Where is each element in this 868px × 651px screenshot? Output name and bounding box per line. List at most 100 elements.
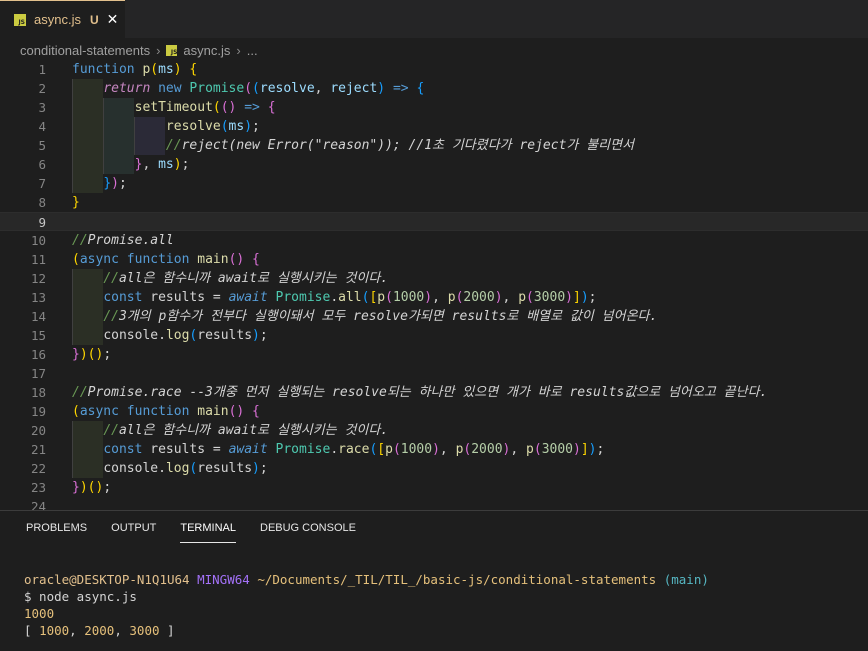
code-line: 6 }, ms); bbox=[0, 155, 868, 174]
code-line: 2 return new Promise((resolve, reject) =… bbox=[0, 79, 868, 98]
line-number: 8 bbox=[38, 195, 46, 210]
code-text: //3개의 p함수가 전부다 실행이돼서 모두 resolve가되면 resul… bbox=[103, 309, 658, 324]
chevron-right-icon: › bbox=[236, 42, 241, 58]
code-line: 7 }); bbox=[0, 174, 868, 193]
line-number: 7 bbox=[38, 176, 46, 191]
code-line: 8 } bbox=[0, 193, 868, 212]
current-code-line: 9 bbox=[0, 212, 868, 231]
terminal-user-host: oracle@DESKTOP-N1Q1U64 bbox=[24, 572, 190, 587]
code-line: 14 //3개의 p함수가 전부다 실행이돼서 모두 resolve가되면 re… bbox=[0, 307, 868, 326]
code-line: 1 function p(ms) { bbox=[0, 60, 868, 79]
terminal-output-line: 1000 bbox=[24, 606, 55, 621]
breadcrumb-more[interactable]: ... bbox=[247, 43, 258, 58]
terminal-output[interactable]: oracle@DESKTOP-N1Q1U64 MINGW64 ~/Documen… bbox=[24, 571, 709, 639]
code-line: 10 //Promise.all bbox=[0, 231, 868, 250]
line-number: 3 bbox=[38, 100, 46, 115]
terminal-value: 2000 bbox=[84, 623, 115, 638]
code-line: 21 const results = await Promise.race([p… bbox=[0, 440, 868, 459]
tab-terminal[interactable]: TERMINAL bbox=[180, 511, 236, 545]
panel-tabs: PROBLEMS OUTPUT TERMINAL DEBUG CONSOLE bbox=[26, 511, 380, 545]
code-text: //Promise.all bbox=[72, 233, 174, 248]
js-file-icon: JS bbox=[14, 13, 26, 26]
terminal-shell: MINGW64 bbox=[197, 572, 250, 587]
code-text: //all은 함수니까 await로 실행시키는 것이다. bbox=[103, 271, 389, 286]
js-file-icon: JS bbox=[166, 44, 178, 56]
code-line: 13 const results = await Promise.all([p(… bbox=[0, 288, 868, 307]
code-text: function p(ms) { bbox=[72, 62, 198, 77]
code-line: 4 resolve(ms); bbox=[0, 117, 868, 136]
code-text: console.log(results); bbox=[103, 461, 268, 476]
code-text: //reject(new Error("reason")); //1초 기다렸다… bbox=[165, 138, 635, 153]
chevron-right-icon: › bbox=[156, 42, 161, 58]
code-editor[interactable]: 1 function p(ms) { 2 return new Promise(… bbox=[0, 60, 868, 510]
terminal-command: $ node async.js bbox=[24, 589, 137, 604]
code-text: return new Promise((resolve, reject) => … bbox=[103, 81, 425, 96]
code-text: }, ms); bbox=[134, 157, 190, 172]
code-line: 16 })(); bbox=[0, 345, 868, 364]
code-text: console.log(results); bbox=[103, 328, 268, 343]
code-text: resolve(ms); bbox=[165, 119, 260, 134]
line-number: 24 bbox=[30, 499, 46, 510]
code-line: 17 bbox=[0, 364, 868, 383]
line-number: 23 bbox=[30, 480, 46, 495]
code-line: 5 //reject(new Error("reason")); //1초 기다… bbox=[0, 136, 868, 155]
line-number: 22 bbox=[30, 461, 46, 476]
line-number: 18 bbox=[30, 385, 46, 400]
breadcrumb-file[interactable]: async.js bbox=[183, 43, 230, 58]
tab-file-name: async.js bbox=[34, 12, 81, 27]
code-line: 19 (async function main() { bbox=[0, 402, 868, 421]
line-number: 20 bbox=[30, 423, 46, 438]
tab-output[interactable]: OUTPUT bbox=[111, 511, 156, 545]
code-text: //all은 함수니까 await로 실행시키는 것이다. bbox=[103, 423, 389, 438]
line-number: 21 bbox=[30, 442, 46, 457]
line-number: 4 bbox=[38, 119, 46, 134]
code-text: //Promise.race --3개중 먼저 실행되는 resolve되는 하… bbox=[72, 385, 768, 400]
breadcrumb: conditional-statements › JS async.js › .… bbox=[20, 40, 258, 60]
untracked-status-badge: U bbox=[89, 12, 99, 27]
terminal-value: 3000 bbox=[129, 623, 160, 638]
code-text: const results = await Promise.all([p(100… bbox=[103, 290, 597, 305]
code-line: 18 //Promise.race --3개중 먼저 실행되는 resolve되… bbox=[0, 383, 868, 402]
line-number: 11 bbox=[30, 252, 46, 267]
code-line: 15 console.log(results); bbox=[0, 326, 868, 345]
breadcrumb-folder[interactable]: conditional-statements bbox=[20, 43, 150, 58]
line-number: 16 bbox=[30, 347, 46, 362]
code-text: setTimeout(() => { bbox=[134, 100, 276, 115]
line-number: 6 bbox=[38, 157, 46, 172]
line-number: 14 bbox=[30, 309, 46, 324]
code-text: (async function main() { bbox=[72, 404, 260, 419]
line-number: 15 bbox=[30, 328, 46, 343]
line-number: 10 bbox=[30, 233, 46, 248]
tab-debug-console[interactable]: DEBUG CONSOLE bbox=[260, 511, 356, 545]
code-line: 12 //all은 함수니까 await로 실행시키는 것이다. bbox=[0, 269, 868, 288]
line-number: 17 bbox=[30, 366, 46, 381]
tab-problems[interactable]: PROBLEMS bbox=[26, 511, 87, 545]
line-number: 9 bbox=[38, 215, 46, 230]
terminal-branch: (main) bbox=[663, 572, 709, 587]
code-line: 11 (async function main() { bbox=[0, 250, 868, 269]
terminal-value: 1000 bbox=[39, 623, 70, 638]
terminal-bracket-close: ] bbox=[159, 623, 175, 638]
line-number: 5 bbox=[38, 138, 46, 153]
bottom-panel: PROBLEMS OUTPUT TERMINAL DEBUG CONSOLE o… bbox=[0, 510, 868, 651]
code-text: })(); bbox=[72, 347, 112, 362]
code-line: 23 })(); bbox=[0, 478, 868, 497]
code-text: const results = await Promise.race([p(10… bbox=[103, 442, 605, 457]
line-number: 19 bbox=[30, 404, 46, 419]
editor-tab-bar: JS async.js U ✕ bbox=[0, 0, 868, 38]
terminal-bracket-open: [ bbox=[24, 623, 40, 638]
code-text: } bbox=[72, 195, 80, 210]
line-number: 1 bbox=[38, 62, 46, 77]
close-icon[interactable]: ✕ bbox=[107, 12, 119, 28]
line-number: 13 bbox=[30, 290, 46, 305]
code-line: 3 setTimeout(() => { bbox=[0, 98, 868, 117]
code-text: (async function main() { bbox=[72, 252, 260, 267]
code-line: 20 //all은 함수니까 await로 실행시키는 것이다. bbox=[0, 421, 868, 440]
code-line: 22 console.log(results); bbox=[0, 459, 868, 478]
line-number: 12 bbox=[30, 271, 46, 286]
code-text: }); bbox=[103, 176, 127, 191]
line-number: 2 bbox=[38, 81, 46, 96]
code-text: })(); bbox=[72, 480, 112, 495]
code-line: 24 bbox=[0, 497, 868, 510]
tab-async-js[interactable]: JS async.js U ✕ bbox=[0, 0, 125, 38]
